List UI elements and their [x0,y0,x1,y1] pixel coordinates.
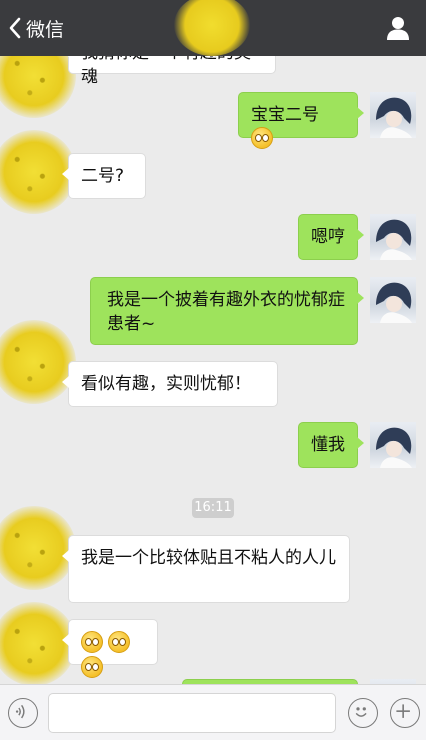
my-avatar[interactable] [370,214,416,260]
more-button[interactable] [390,698,420,728]
input-bar [0,684,426,740]
timestamp-badge: 16:11 [192,498,234,518]
profile-button[interactable] [384,14,412,42]
voice-button[interactable] [8,698,38,728]
voice-icon [15,704,25,719]
back-button[interactable]: 微信 [8,14,64,42]
my-avatar[interactable] [370,277,416,323]
message-bubble[interactable]: 我是一个比较体贴且不粘人的人儿 [62,535,350,603]
message-bubble[interactable] [62,619,158,678]
person-icon [387,17,409,40]
message-list[interactable]: 我猜你是一个有趣的灵魂 宝宝二号 二号? 嗯哼 我是一个披着有趣外衣的忧郁症患者… [0,56,426,684]
avatar[interactable] [0,506,76,590]
message-input[interactable] [48,693,336,733]
emoji-button[interactable] [348,698,378,728]
message-text: 我是一个比较体贴且不粘人的人儿 [81,548,336,568]
back-label: 微信 [26,18,65,41]
chat-header: 微信 [0,0,426,56]
chat-title-avatar [174,0,250,56]
message-text: 嗯哼 [311,227,345,247]
message-text: 我猜你是一个有趣的灵魂 [81,56,251,87]
chevron-left-icon [9,17,21,39]
avatar[interactable] [0,320,76,404]
message-text: 我是一个披着有趣外衣的忧郁症患者~ [107,290,345,334]
message-text: 看似有趣，实则忧郁！ [81,374,251,394]
my-avatar[interactable] [370,92,416,138]
emoji-icon [81,631,103,653]
emoji-icon [108,631,131,653]
message-bubble[interactable]: 嗯哼 [298,214,364,260]
message-bubble[interactable]: 懂我 [298,422,364,468]
message-text: 懂我 [311,435,345,455]
plus-icon [396,704,410,718]
my-avatar[interactable] [370,422,416,468]
emoji-icon [81,656,103,678]
message-bubble[interactable]: 二号? [62,153,146,199]
message-bubble[interactable]: 宝宝二号 [238,92,364,149]
message-text: 宝宝二号 [251,105,319,125]
message-bubble[interactable]: 看似有趣，实则忧郁！ [62,361,278,407]
smiley-icon [355,707,367,717]
message-text: 二号? [81,166,125,186]
message-bubble[interactable]: 我猜你是一个有趣的灵魂 [62,56,276,87]
emoji-icon [251,127,273,149]
message-bubble[interactable]: 我是一个披着有趣外衣的忧郁症患者~ [90,277,364,345]
avatar[interactable] [0,56,76,118]
